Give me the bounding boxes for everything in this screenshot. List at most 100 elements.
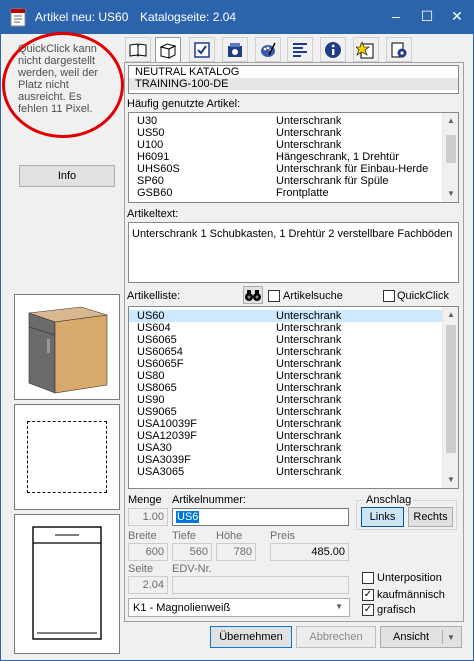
scroll-up-icon[interactable]: ▲ — [443, 113, 458, 129]
scroll-thumb[interactable] — [446, 325, 456, 453]
article-search-label: Artikelsuche — [283, 290, 343, 302]
color-dropdown-value: K1 - Magnolienweiß — [133, 602, 231, 614]
book-icon[interactable] — [125, 37, 151, 62]
seite-label: Seite — [128, 563, 154, 575]
catalog-box[interactable]: NEUTRAL KATALOG TRAINING-100-DE — [128, 65, 459, 94]
article-text-field[interactable]: Unterschrank 1 Schubkasten, 1 Drehtür 2 … — [128, 222, 459, 283]
grafisch-checkbox[interactable]: ✓ — [362, 604, 374, 616]
seite-field[interactable]: 2.04 — [128, 576, 168, 594]
info-button[interactable]: Info — [19, 165, 115, 187]
preis-field[interactable]: 485.00 — [270, 543, 349, 561]
list-item[interactable]: U30 Unterschrank — [129, 115, 458, 127]
hoehe-field[interactable]: 780 — [216, 543, 256, 561]
star-note-icon[interactable] — [353, 37, 379, 62]
list-item[interactable]: US90 Unterschrank — [129, 394, 458, 406]
scroll-up-icon[interactable]: ▲ — [443, 307, 458, 323]
frequent-scrollbar[interactable]: ▲ ▼ — [442, 113, 458, 202]
checkbox-icon[interactable] — [189, 37, 215, 62]
hoehe-label: Höhe — [216, 530, 243, 542]
article-list[interactable]: US60 Unterschrank US604 Unterschrank US606… — [128, 306, 459, 489]
preview-front[interactable] — [14, 514, 120, 654]
frequent-list[interactable]: U30 Unterschrank US50 Unterschrank U100 Unt… — [128, 112, 459, 203]
list-item[interactable]: UHS60S Unterschrank für Einbau-Herde — [129, 163, 458, 175]
cube-icon[interactable] — [155, 37, 181, 63]
article-list-label: Artikelliste: — [127, 290, 181, 302]
article-text-label: Artikeltext: — [127, 208, 179, 220]
list-item[interactable]: US6065 Unterschrank — [129, 334, 458, 346]
list-item[interactable]: US60 Unterschrank — [129, 310, 458, 322]
preis-label: Preis — [270, 530, 296, 542]
binoculars-icon[interactable] — [243, 286, 263, 304]
info-icon[interactable] — [320, 37, 346, 62]
frequent-label: Häufig genutzte Artikel: — [127, 98, 241, 110]
list-item[interactable]: USA3065 Unterschrank — [129, 466, 458, 478]
list-item[interactable]: US50 Unterschrank — [129, 127, 458, 139]
maximize-icon[interactable]: ☐ — [419, 8, 435, 24]
palette-icon[interactable] — [255, 37, 281, 62]
breite-field[interactable]: 600 — [128, 543, 168, 561]
minimize-icon[interactable]: – — [388, 8, 404, 24]
list-item[interactable]: SP60 Unterschrank für Spüle — [129, 175, 458, 187]
preview-3d[interactable] — [14, 294, 120, 400]
list-item[interactable]: US6065F Unterschrank — [129, 358, 458, 370]
text-align-icon[interactable] — [287, 37, 313, 62]
uebernehmen-button[interactable]: Übernehmen — [210, 626, 292, 648]
cabinet-3d-icon — [28, 306, 108, 394]
abbrechen-button[interactable]: Abbrechen — [296, 626, 376, 648]
close-icon[interactable]: ✕ — [449, 8, 465, 24]
unterposition-checkbox[interactable] — [362, 572, 374, 584]
catalog-item[interactable]: NEUTRAL KATALOG — [129, 66, 458, 78]
list-item[interactable]: U100 Unterschrank — [129, 139, 458, 151]
list-item[interactable]: US604 Unterschrank — [129, 322, 458, 334]
list-item[interactable]: GSB60 Frontplatte — [129, 187, 458, 199]
menge-label: Menge — [128, 494, 162, 506]
list-item[interactable]: US8065 Unterschrank — [129, 382, 458, 394]
chevron-down-icon[interactable]: ▼ — [447, 628, 455, 648]
quickclick-checkbox[interactable] — [383, 290, 395, 302]
tiefe-label: Tiefe — [172, 530, 197, 542]
artikelnummer-field[interactable]: US6 — [172, 508, 349, 526]
title-bar: Artikel neu: US60 Katalogseite: 2.04 – ☐… — [0, 0, 474, 34]
article-list-scrollbar[interactable]: ▲ ▼ — [442, 307, 458, 488]
kaufmaennisch-checkbox[interactable]: ✓ — [362, 589, 374, 601]
list-item[interactable]: US9065 Unterschrank — [129, 406, 458, 418]
list-item[interactable]: US80 Unterschrank — [129, 370, 458, 382]
chevron-down-icon: ▼ — [335, 602, 343, 611]
preview-top[interactable] — [14, 404, 120, 510]
list-item[interactable]: USA3039F Unterschrank — [129, 454, 458, 466]
machine-icon[interactable] — [222, 37, 248, 62]
artikelnummer-value: US6 — [176, 511, 200, 523]
list-item[interactable]: US60654 Unterschrank — [129, 346, 458, 358]
list-item[interactable]: USA12039F Unterschrank — [129, 430, 458, 442]
artikelnummer-label: Artikelnummer: — [172, 494, 246, 506]
edv-label: EDV-Nr. — [172, 563, 212, 575]
edv-field[interactable] — [172, 576, 349, 594]
ansicht-label: Ansicht — [393, 631, 430, 643]
anschlag-label: Anschlag — [364, 494, 414, 506]
breite-label: Breite — [128, 530, 157, 542]
article-search-checkbox[interactable] — [268, 290, 280, 302]
tiefe-field[interactable]: 560 — [172, 543, 212, 561]
scroll-thumb[interactable] — [446, 135, 456, 163]
app-icon — [10, 7, 28, 27]
catalog-item[interactable]: TRAINING-100-DE — [129, 78, 458, 90]
list-item[interactable]: H6091 Hängeschrank, 1 Drehtür — [129, 151, 458, 163]
links-button[interactable]: Links — [361, 507, 404, 527]
top-view-outline — [27, 421, 107, 493]
highlight-circle — [2, 32, 124, 138]
list-item[interactable]: USA30 Unterschrank — [129, 442, 458, 454]
quickclick-label: QuickClick — [397, 290, 449, 302]
split-divider — [442, 630, 443, 644]
gear-doc-icon[interactable] — [386, 37, 412, 62]
catalog-page-label: Katalogseite: 2.04 — [140, 10, 237, 24]
scroll-down-icon[interactable]: ▼ — [443, 472, 458, 488]
ansicht-button[interactable]: Ansicht ▼ — [380, 626, 462, 648]
kaufmaennisch-label: kaufmännisch — [377, 589, 445, 601]
menge-field[interactable]: 1.00 — [128, 508, 168, 526]
window-title: Artikel neu: US60 — [35, 10, 129, 24]
front-view-icon — [32, 526, 102, 640]
list-item[interactable]: USA10039F Unterschrank — [129, 418, 458, 430]
rechts-button[interactable]: Rechts — [408, 507, 453, 527]
scroll-down-icon[interactable]: ▼ — [443, 186, 458, 202]
color-dropdown[interactable]: K1 - Magnolienweiß ▼ — [128, 598, 350, 617]
